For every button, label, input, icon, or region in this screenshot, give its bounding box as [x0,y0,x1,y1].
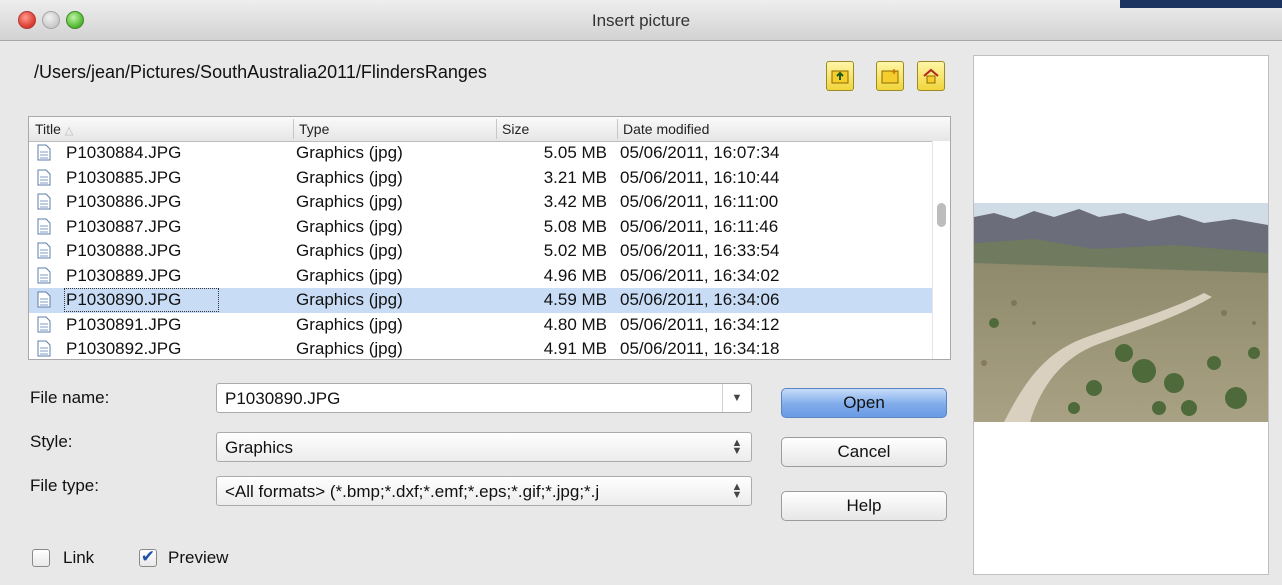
chevron-down-icon[interactable]: ▼ [722,384,751,412]
file-name-combo[interactable]: P1030890.JPG ▼ [216,383,752,413]
file-row[interactable]: P1030889.JPG Graphics (jpg) 4.96 MB 05/06/2… [29,264,932,289]
file-type-cell: Graphics (jpg) [296,339,403,358]
file-date-cell: 05/06/2011, 16:10:44 [620,167,780,187]
file-name-input[interactable]: P1030890.JPG [225,389,340,409]
file-size-cell: 4.96 MB [543,265,607,285]
file-type-cell: Graphics (jpg) [296,167,403,187]
image-file-icon [37,267,51,283]
image-preview-pane [973,55,1269,575]
new-folder-button[interactable] [876,61,904,91]
open-button[interactable]: Open [781,388,947,418]
file-type-cell: Graphics (jpg) [296,192,403,211]
image-file-icon [37,144,51,161]
file-list-header: Title △ Type Size Date modified [29,117,950,142]
file-type-cell: Graphics (jpg) [296,265,403,285]
style-value: Graphics [225,438,294,457]
file-name-cell: P1030891.JPG [66,314,182,334]
file-date-cell: 05/06/2011, 16:34:06 [620,290,780,309]
background-window-strip [1120,0,1282,8]
file-row[interactable]: P1030891.JPG Graphics (jpg) 4.80 MB 05/06/2… [29,313,932,338]
cancel-button[interactable]: Cancel [781,437,947,467]
column-separator [293,119,294,139]
file-row[interactable]: P1030888.JPG Graphics (jpg) 5.02 MB 05/06/2… [29,239,932,264]
file-name-cell: P1030887.JPG [66,216,182,236]
file-date-cell: 05/06/2011, 16:11:46 [620,216,779,236]
updown-arrows-icon: ▲ ▼ [731,481,743,501]
file-date-cell: 05/06/2011, 16:07:34 [620,143,780,162]
folder-up-icon [831,70,849,84]
updown-arrows-icon: ▲ ▼ [731,437,743,457]
image-file-icon [37,316,51,332]
file-date-cell: 05/06/2011, 16:34:02 [620,265,780,285]
image-file-icon [37,242,51,259]
file-size-cell: 3.42 MB [543,192,607,211]
file-size-cell: 5.08 MB [543,216,607,236]
file-name-cell: P1030892.JPG [66,339,182,358]
file-row[interactable]: P1030887.JPG Graphics (jpg) 5.08 MB 05/06/2… [29,215,932,240]
preview-label: Preview [168,548,229,567]
file-rows: P1030884.JPG Graphics (jpg) 5.05 MB 05/06/2… [29,141,932,359]
file-name-cell: P1030888.JPG [66,241,182,260]
style-label: Style: [30,432,73,451]
file-row[interactable]: P1030886.JPG Graphics (jpg) 3.42 MB 05/06/2… [29,190,932,215]
column-title[interactable]: Title △ [35,121,73,137]
file-type-label: File type: [30,476,99,495]
file-size-cell: 4.59 MB [543,290,607,309]
home-button[interactable] [917,61,945,91]
file-row[interactable]: P1030892.JPG Graphics (jpg) 4.91 MB 05/06/2… [29,337,932,359]
file-name-cell: P1030890.JPG [63,288,220,312]
file-date-cell: 05/06/2011, 16:34:18 [620,339,780,358]
current-path: /Users/jean/Pictures/SouthAustralia2011/… [34,62,487,82]
image-file-icon [37,193,51,210]
file-type-select[interactable]: <All formats> (*.bmp;*.dxf;*.emf;*.eps;*… [216,476,752,506]
sort-ascending-icon: △ [64,125,74,137]
link-checkbox[interactable] [32,549,50,567]
checkmark-icon: ✔ [140,547,156,566]
file-name-label: File name: [30,388,110,407]
file-type-cell: Graphics (jpg) [296,314,403,334]
file-list[interactable]: Title △ Type Size Date modified P1030884… [28,116,951,360]
column-separator [496,119,497,139]
column-separator [617,119,618,139]
file-name-cell: P1030889.JPG [66,265,182,285]
column-type[interactable]: Type [299,121,329,137]
title-bar: Insert picture [0,0,1282,41]
file-name-cell: P1030884.JPG [66,143,182,162]
file-row[interactable]: P1030884.JPG Graphics (jpg) 5.05 MB 05/06/2… [29,141,932,166]
file-type-cell: Graphics (jpg) [296,241,403,260]
file-name-cell: P1030885.JPG [66,167,182,187]
file-date-cell: 05/06/2011, 16:11:00 [620,192,779,211]
scrollbar-thumb[interactable] [937,203,946,227]
file-size-cell: 4.91 MB [543,339,607,358]
file-size-cell: 4.80 MB [543,314,607,334]
column-size[interactable]: Size [502,121,529,137]
image-file-icon [37,218,51,234]
file-date-cell: 05/06/2011, 16:34:12 [620,314,780,334]
file-row[interactable]: P1030885.JPG Graphics (jpg) 3.21 MB 05/06/2… [29,166,932,191]
file-name-cell: P1030886.JPG [66,192,182,211]
image-file-icon [37,291,51,308]
image-file-icon [37,169,51,185]
preview-checkbox[interactable]: ✔ [139,547,157,567]
folder-up-button[interactable] [826,61,854,91]
file-type-cell: Graphics (jpg) [296,216,403,236]
link-label: Link [63,548,95,567]
new-folder-icon [881,69,899,84]
file-list-scrollbar[interactable] [932,141,950,359]
column-date-modified[interactable]: Date modified [623,121,709,137]
file-size-cell: 3.21 MB [543,167,607,187]
style-select[interactable]: Graphics ▲ ▼ [216,432,752,462]
image-file-icon [37,340,51,357]
file-type-cell: Graphics (jpg) [296,290,403,309]
home-icon [923,68,939,84]
help-button[interactable]: Help [781,491,947,521]
file-row[interactable]: P1030890.JPG Graphics (jpg) 4.59 MB 05/06/2… [29,288,932,313]
file-size-cell: 5.05 MB [543,143,607,162]
file-type-cell: Graphics (jpg) [296,143,403,162]
window-title: Insert picture [591,11,691,30]
file-size-cell: 5.02 MB [543,241,607,260]
file-date-cell: 05/06/2011, 16:33:54 [620,241,780,260]
landscape-preview-image [974,203,1268,422]
file-type-value: <All formats> (*.bmp;*.dxf;*.emf;*.eps;*… [225,482,600,501]
